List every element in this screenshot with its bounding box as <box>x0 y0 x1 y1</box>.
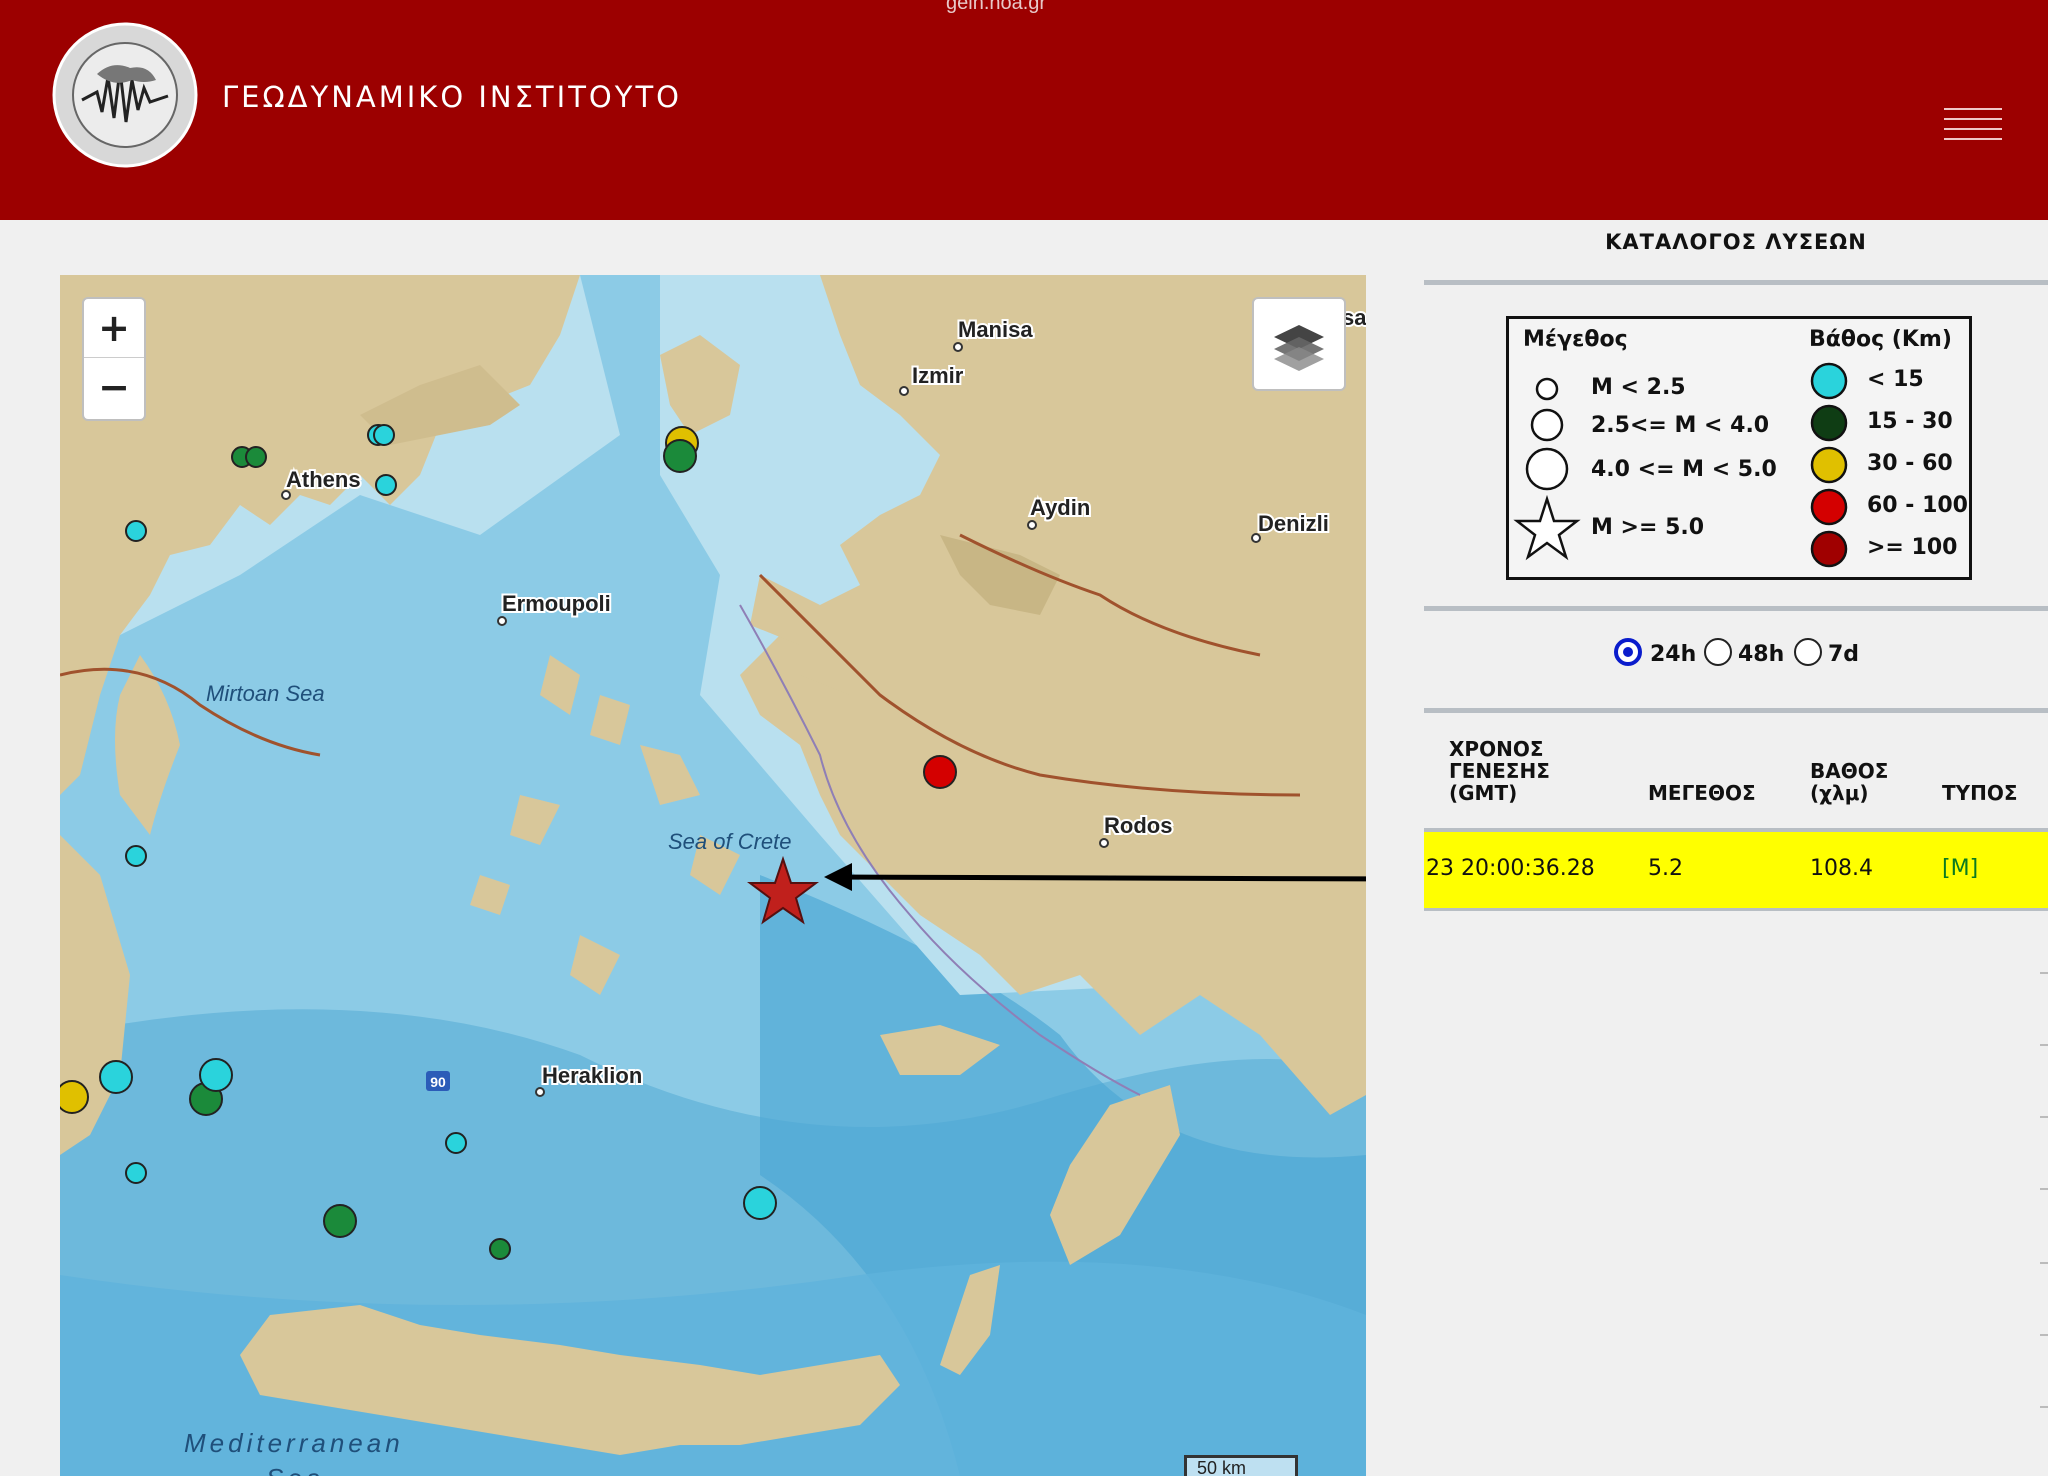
quake-marker[interactable] <box>489 1238 511 1260</box>
divider <box>1424 708 2048 713</box>
layers-button[interactable] <box>1252 297 1346 391</box>
hamburger-menu-icon[interactable] <box>1944 108 2002 152</box>
legend-mag-row: M < 2.5 <box>1591 375 1686 400</box>
earthquake-map[interactable]: 90 Manisa Izmir Aydin Denizli Athens Erm… <box>60 275 1366 1476</box>
divider <box>1424 280 2048 285</box>
quake-marker[interactable] <box>445 1132 467 1154</box>
quake-marker[interactable] <box>125 520 147 542</box>
scroll-tick <box>2040 1334 2048 1336</box>
map-label-mediterranean: Mediterranean <box>184 1428 404 1458</box>
col-header-magnitude: ΜΕΓΕΘΟΣ <box>1648 781 1756 805</box>
url-text: gein.noa.gr <box>946 0 1047 14</box>
quake-marker[interactable] <box>60 1080 89 1114</box>
legend-mag-row: 2.5<= M < 4.0 <box>1591 413 1770 438</box>
quake-marker[interactable] <box>323 1204 357 1238</box>
quake-marker[interactable] <box>923 755 957 789</box>
legend-depth-row: 15 - 30 <box>1867 409 1953 434</box>
site-title[interactable]: ΓΕΩΔΥΝΑΜΙΚΟ ΙΝΣΤΙΤΟΥΤΟ <box>222 80 682 114</box>
map-label-athens: Athens <box>286 467 361 492</box>
legend-depth-row: >= 100 <box>1867 535 1958 560</box>
cell-time: 23 20:00:36.28 <box>1426 856 1595 881</box>
map-label-mirtoan-sea: Mirtoan Sea <box>206 681 325 706</box>
cell-magnitude: 5.2 <box>1648 856 1683 881</box>
zoom-out-button[interactable]: − <box>84 358 144 416</box>
header-bar: gein.noa.gr ΓΕΩΔΥΝΑΜΙΚΟ ΙΝΣΤΙΤΟΥΤΟ <box>0 0 2048 220</box>
col-header-type: ΤΥΠΟΣ <box>1942 781 2018 805</box>
quake-marker[interactable] <box>99 1060 133 1094</box>
map-label-denizli: Denizli <box>1258 511 1329 536</box>
panel-title: ΚΑΤΑΛΟΓΟΣ ΛΥΣΕΩΝ <box>1605 230 1867 254</box>
legend-box: Μέγεθος Βάθος (Km) M < 2.5 2.5<= M < 4.0… <box>1506 316 1972 580</box>
zoom-control: + − <box>82 297 146 421</box>
quake-marker[interactable] <box>125 845 147 867</box>
scroll-tick <box>2040 972 2048 974</box>
radio-7d-label: 7d <box>1828 642 1860 667</box>
scroll-tick <box>2040 1406 2048 1408</box>
scale-bar: 50 km <box>1184 1455 1298 1476</box>
map-label-izmir: Izmir <box>912 363 964 388</box>
cell-type-link[interactable]: [M] <box>1942 856 1978 881</box>
map-base-layer: 90 Manisa Izmir Aydin Denizli Athens Erm… <box>60 275 1366 1476</box>
zoom-in-button[interactable]: + <box>84 299 144 358</box>
quake-marker[interactable] <box>125 1162 147 1184</box>
radio-48h-label: 48h <box>1738 642 1785 667</box>
cell-depth: 108.4 <box>1810 856 1873 881</box>
map-label-manisa: Manisa <box>958 317 1033 342</box>
quake-marker[interactable] <box>375 474 397 496</box>
divider <box>1424 606 2048 611</box>
legend-star-icon <box>1513 494 1581 561</box>
map-label-heraklion: Heraklion <box>542 1063 642 1088</box>
radio-24h-label: 24h <box>1650 642 1697 667</box>
scroll-tick <box>2040 1044 2048 1046</box>
map-label-rodos: Rodos <box>1104 813 1172 838</box>
scroll-tick <box>2040 1188 2048 1190</box>
col-header-depth: ΒΑΘΟΣ (χλμ) <box>1810 759 1889 805</box>
quake-marker[interactable] <box>373 424 395 446</box>
table-row[interactable]: 23 20:00:36.28 5.2 108.4 [M] <box>1424 828 2048 911</box>
legend-depth-row: < 15 <box>1867 367 1924 392</box>
legend-depth-row: 60 - 100 <box>1867 493 1968 518</box>
map-label-aydin: Aydin <box>1030 495 1090 520</box>
map-label-sea: Sea <box>266 1463 324 1476</box>
legend-mag-row: M >= 5.0 <box>1591 515 1705 540</box>
radio-selected-icon[interactable] <box>1614 638 1642 666</box>
legend-depth-row: 30 - 60 <box>1867 451 1953 476</box>
quake-marker[interactable] <box>743 1186 777 1220</box>
map-label-sea-of-crete: Sea of Crete <box>668 829 792 854</box>
col-header-time: ΧΡΟΝΟΣ ΓΕΝΕΣΗΣ (GMT) <box>1449 737 1550 805</box>
quake-marker[interactable] <box>199 1058 233 1092</box>
legend-mag-row: 4.0 <= M < 5.0 <box>1591 457 1777 482</box>
institute-logo[interactable] <box>52 22 198 168</box>
radio-unselected-icon[interactable] <box>1794 638 1822 666</box>
scroll-tick <box>2040 1116 2048 1118</box>
quake-marker[interactable] <box>663 439 697 473</box>
map-label-ermoupoli: Ermoupoli <box>502 591 611 616</box>
route-shield: 90 <box>430 1074 446 1090</box>
scroll-tick <box>2040 1262 2048 1264</box>
quake-marker[interactable] <box>245 446 267 468</box>
pointer-arrow <box>831 874 1366 882</box>
layers-icon <box>1274 325 1324 371</box>
radio-unselected-icon[interactable] <box>1704 638 1732 666</box>
